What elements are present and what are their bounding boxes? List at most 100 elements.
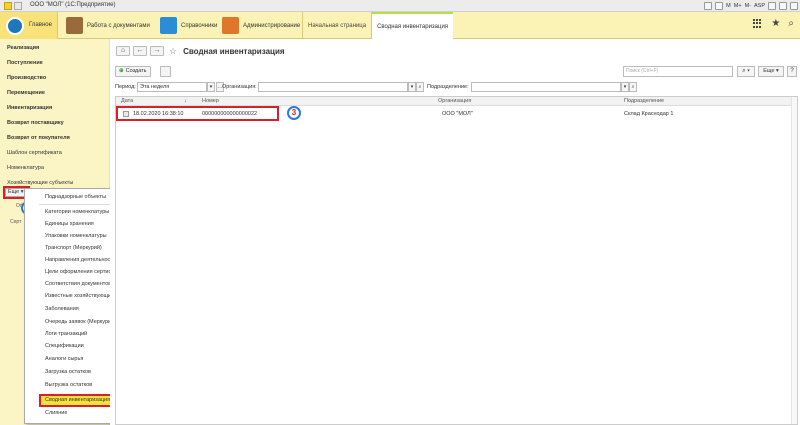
sections-right-tools: ★ ⌕: [753, 18, 794, 29]
form-header: ⌂ ← → ☆ Сводная инвентаризация: [116, 45, 285, 57]
nav-item-sales[interactable]: Реализация: [7, 45, 39, 51]
page-title: Сводная инвентаризация: [183, 46, 285, 56]
section-refs-label: Справочники: [181, 22, 218, 29]
help-button[interactable]: ?: [787, 66, 797, 77]
memory-mminus[interactable]: M-: [745, 3, 751, 9]
period-dropdown[interactable]: ▾: [207, 82, 215, 92]
section-refs[interactable]: Справочники: [160, 12, 217, 39]
command-bar: ⊕ Создать Поиск (Ctrl+F) ⌕ ▾ Еще ▾ ?: [115, 66, 798, 77]
nav-item-production[interactable]: Производство: [7, 75, 46, 81]
tools-icon: [222, 17, 239, 34]
section-main-label: Главное: [29, 22, 52, 28]
tab-home[interactable]: Начальная страница: [302, 12, 371, 39]
plus-icon: ⊕: [119, 68, 124, 74]
menu-item-transport[interactable]: Транспорт (Меркурий): [45, 245, 102, 251]
row-org: ООО "МОЛ": [442, 111, 473, 117]
home-button[interactable]: ⌂: [116, 46, 130, 56]
menu-item-specs[interactable]: Спецификации: [45, 343, 84, 349]
create-label: Создать: [125, 68, 147, 74]
menu-item-analogs[interactable]: Аналоги сырья: [45, 356, 83, 362]
filter-bar: Период: Эта неделя ▾ … Организация: ▾ ⌕ …: [115, 82, 798, 92]
menu-item-doc-matching[interactable]: Соответствия документов: [45, 281, 111, 287]
menu-header[interactable]: Поднадзорные объекты: [45, 194, 106, 200]
period-label: Период:: [115, 84, 136, 90]
sections-panel: Главное Работа с документами Справочники…: [0, 12, 800, 39]
open-tabs: Начальная страница Сводная инвентаризаци…: [302, 12, 454, 39]
close-icon[interactable]: [790, 2, 798, 10]
dept-open-button[interactable]: ⌕: [629, 82, 637, 92]
menu-item-queue[interactable]: Очередь заявок (Меркурий): [45, 319, 116, 325]
nav-item-nomenclature[interactable]: Номенклатура: [7, 165, 44, 171]
favorites-icon[interactable]: [715, 2, 724, 10]
menu-item-diseases[interactable]: Заболевания: [45, 306, 79, 312]
nav-item-cert-template[interactable]: Шаблон сертификата: [7, 150, 62, 156]
section-docs-label: Работа с документами: [87, 22, 150, 29]
nav-item-return-supplier[interactable]: Возврат поставщику: [7, 120, 64, 126]
highlight-frame-3: [116, 106, 279, 121]
title-toolbar: M M+ M- ASP: [704, 1, 798, 11]
nav-stub-2: Серт: [10, 219, 22, 225]
window-title-bar: ООО "МОЛ" (1С:Предприятие) M M+ M- ASP: [0, 0, 800, 12]
all-functions-icon[interactable]: [753, 18, 763, 29]
row-dept: Склад Краснодар 1: [624, 111, 674, 117]
menu-item-load-stock[interactable]: Загрузка остатков: [45, 369, 91, 375]
section-main[interactable]: Главное: [0, 12, 58, 39]
back-button[interactable]: ←: [133, 46, 147, 56]
briefcase-icon: [66, 17, 83, 34]
search-button[interactable]: ⌕ ▾: [737, 66, 755, 77]
menu-item-known-entities[interactable]: Известные хозяйствующие: [45, 293, 114, 299]
main-form: ⌂ ← → ☆ Сводная инвентаризация ⊕ Создать…: [110, 39, 800, 425]
nav-item-receipt[interactable]: Поступление: [7, 60, 43, 66]
col-number[interactable]: Номер: [202, 98, 219, 104]
dept-label: Подразделение:: [427, 84, 469, 90]
step-marker-3: 3: [287, 106, 301, 120]
period-field[interactable]: Эта неделя: [137, 82, 207, 92]
section-admin-label: Администрирование: [243, 22, 301, 29]
tab-summary-inventory[interactable]: Сводная инвентаризация: [371, 12, 454, 39]
more-button[interactable]: Еще ▾: [758, 66, 784, 77]
menu-item-units[interactable]: Единицы хранения: [45, 221, 94, 227]
more-button-label: Еще: [763, 68, 775, 74]
main-section-icon: [6, 17, 24, 35]
org-open-button[interactable]: ⌕: [416, 82, 424, 92]
search-icon[interactable]: ⌕: [788, 18, 794, 29]
create-button[interactable]: ⊕ Создать: [115, 66, 151, 77]
app-menu-icon[interactable]: [14, 2, 22, 10]
col-org[interactable]: Организация: [438, 98, 471, 104]
menu-item-export-stock[interactable]: Выгрузка остатков: [45, 382, 92, 388]
history-icon[interactable]: [704, 2, 713, 10]
dept-dropdown[interactable]: ▾: [621, 82, 629, 92]
dept-field[interactable]: [471, 82, 621, 92]
section-admin[interactable]: Администрирование: [222, 12, 300, 39]
memory-m[interactable]: M: [726, 3, 731, 9]
menu-item-logs[interactable]: Логи транзакций: [45, 331, 87, 337]
table-header: Дата ↓ Номер Организация Подразделение: [116, 97, 797, 106]
documents-table: Дата ↓ Номер Организация Подразделение 1…: [115, 96, 798, 425]
app-logo-icon: [4, 2, 12, 10]
nav-item-inventory[interactable]: Инвентаризация: [7, 105, 52, 111]
nav-item-transfer[interactable]: Перемещение: [7, 90, 45, 96]
vertical-scrollbar[interactable]: [791, 97, 797, 424]
memory-mplus[interactable]: M+: [734, 3, 742, 9]
menu-item-packages[interactable]: Упаковки номенклатуры: [45, 233, 107, 239]
window-title: ООО "МОЛ" (1С:Предприятие): [30, 2, 116, 8]
menu-item-categories[interactable]: Категории номенклатуры: [45, 209, 109, 215]
book-icon: [160, 17, 177, 34]
col-date[interactable]: Дата: [121, 98, 133, 104]
menu-item-activity[interactable]: Направления деятельности: [45, 257, 116, 263]
menu-item-merge[interactable]: Слияние: [45, 410, 67, 416]
org-label: Организация:: [222, 84, 257, 90]
col-dept[interactable]: Подразделение: [624, 98, 664, 104]
search-input[interactable]: Поиск (Ctrl+F): [623, 66, 733, 77]
org-dropdown[interactable]: ▾: [408, 82, 416, 92]
favorite-star-icon[interactable]: ☆: [169, 46, 177, 57]
copy-icon[interactable]: [160, 66, 171, 77]
org-field[interactable]: [258, 82, 408, 92]
favorites-star-icon[interactable]: ★: [771, 18, 780, 29]
forward-button[interactable]: →: [150, 46, 164, 56]
minimize-icon[interactable]: [768, 2, 776, 10]
nav-item-return-buyer[interactable]: Возврат от покупателя: [7, 135, 70, 141]
user-name[interactable]: ASP: [754, 3, 765, 9]
maximize-icon[interactable]: [779, 2, 787, 10]
section-docs[interactable]: Работа с документами: [66, 12, 150, 39]
